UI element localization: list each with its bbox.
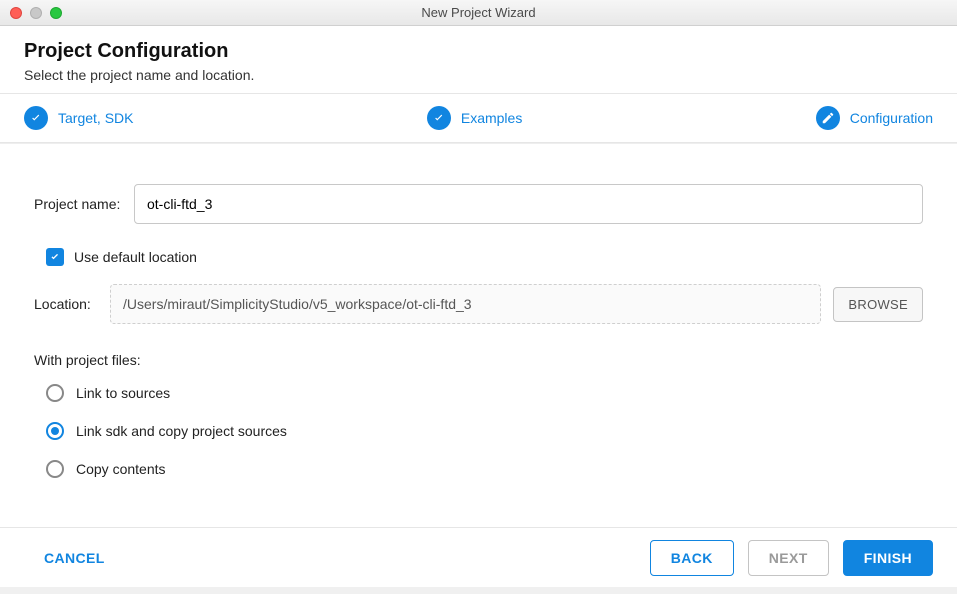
- with-project-files-label: With project files:: [34, 352, 923, 368]
- step-configuration[interactable]: Configuration: [816, 106, 933, 130]
- use-default-location-row[interactable]: Use default location: [46, 248, 923, 266]
- location-row: Location: BROWSE: [34, 284, 923, 324]
- radio-link-to-sources[interactable]: Link to sources: [46, 384, 923, 402]
- window-titlebar: New Project Wizard: [0, 0, 957, 26]
- page-title: Project Configuration: [24, 40, 933, 63]
- location-label: Location:: [34, 296, 98, 312]
- window-title: New Project Wizard: [0, 5, 957, 20]
- pencil-icon: [816, 106, 840, 130]
- page-subtitle: Select the project name and location.: [24, 67, 933, 83]
- check-icon: [24, 106, 48, 130]
- step-label: Examples: [461, 110, 522, 126]
- project-name-row: Project name:: [34, 184, 923, 224]
- finish-button[interactable]: FINISH: [843, 540, 933, 576]
- back-button[interactable]: BACK: [650, 540, 734, 576]
- use-default-location-label: Use default location: [74, 249, 197, 265]
- project-name-label: Project name:: [34, 196, 134, 212]
- next-button: NEXT: [748, 540, 829, 576]
- radio-copy-contents[interactable]: Copy contents: [46, 460, 923, 478]
- wizard-steps: Target, SDK Examples Configuration: [0, 93, 957, 143]
- step-target-sdk[interactable]: Target, SDK: [24, 106, 133, 130]
- checkbox-checked-icon[interactable]: [46, 248, 64, 266]
- page-header: Project Configuration Select the project…: [0, 26, 957, 93]
- step-label: Configuration: [850, 110, 933, 126]
- radio-icon[interactable]: [46, 384, 64, 402]
- browse-button[interactable]: BROWSE: [833, 287, 923, 322]
- cancel-button[interactable]: CANCEL: [24, 541, 125, 575]
- radio-selected-icon[interactable]: [46, 422, 64, 440]
- project-files-radio-group: Link to sources Link sdk and copy projec…: [34, 384, 923, 478]
- radio-link-sdk-copy-sources[interactable]: Link sdk and copy project sources: [46, 422, 923, 440]
- project-name-input[interactable]: [134, 184, 923, 224]
- step-examples[interactable]: Examples: [427, 106, 522, 130]
- location-input: [110, 284, 821, 324]
- check-icon: [427, 106, 451, 130]
- radio-label: Link to sources: [76, 385, 170, 401]
- radio-icon[interactable]: [46, 460, 64, 478]
- radio-label: Link sdk and copy project sources: [76, 423, 287, 439]
- radio-label: Copy contents: [76, 461, 166, 477]
- step-label: Target, SDK: [58, 110, 133, 126]
- form-content: Project name: Use default location Locat…: [0, 143, 957, 527]
- wizard-footer: CANCEL BACK NEXT FINISH: [0, 527, 957, 587]
